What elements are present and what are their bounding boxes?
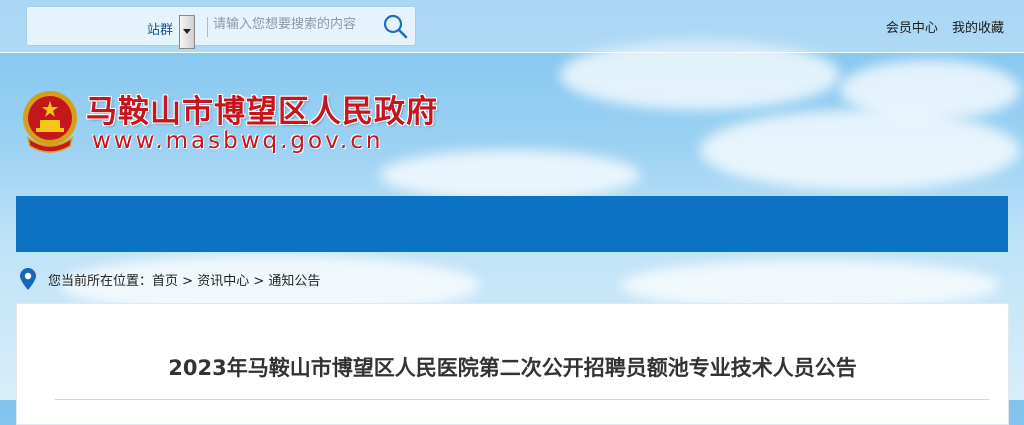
cloud-decoration — [840, 60, 1020, 120]
breadcrumb-home[interactable]: 首页 — [152, 274, 178, 289]
site-domain: www.masbwq.gov.cn — [92, 128, 384, 154]
top-bar: 站群 会员中心 我的收藏 — [0, 0, 1024, 53]
search-icon — [383, 14, 408, 39]
chevron-down-icon[interactable] — [179, 15, 195, 49]
national-emblem-icon — [23, 91, 77, 153]
location-pin-icon — [20, 268, 36, 290]
breadcrumb-separator: > — [249, 274, 269, 289]
article-title: 2023年马鞍山市博望区人民医院第二次公开招聘员额池专业技术人员公告 — [168, 356, 857, 380]
site-group-select[interactable]: 站群 — [107, 15, 197, 49]
cloud-decoration — [380, 150, 640, 200]
site-group-label: 站群 — [146, 23, 173, 38]
search-divider — [207, 17, 208, 37]
search-input[interactable] — [213, 13, 393, 35]
breadcrumb-notices[interactable]: 通知公告 — [268, 274, 320, 289]
breadcrumb-news-center[interactable]: 资讯中心 — [197, 274, 249, 289]
article-content-panel: 2023年马鞍山市博望区人民医院第二次公开招聘员额池专业技术人员公告 — [16, 303, 1009, 425]
search-button[interactable] — [381, 12, 409, 40]
member-center-link[interactable]: 会员中心 — [886, 21, 938, 36]
site-name: 马鞍山市博望区人民政府 — [86, 94, 438, 130]
breadcrumb-separator: > — [178, 274, 198, 289]
breadcrumb-prefix: 您当前所在位置： — [48, 274, 153, 289]
search-box: 站群 — [26, 6, 416, 49]
cloud-decoration — [700, 110, 1020, 190]
main-navigation-bar — [16, 196, 1008, 252]
user-links: 会员中心 我的收藏 — [876, 17, 1004, 36]
my-favorites-link[interactable]: 我的收藏 — [952, 21, 1004, 36]
